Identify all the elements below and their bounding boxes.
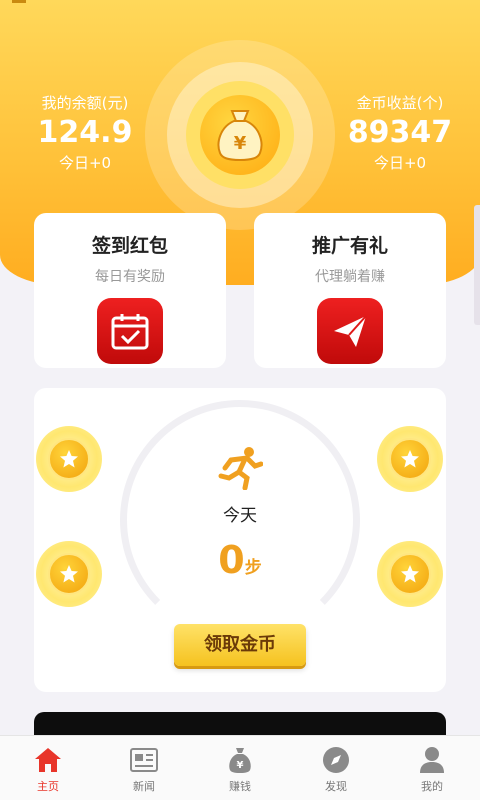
coin-value: 89347: [347, 115, 453, 150]
money-bag-icon: ¥: [192, 744, 288, 776]
tab-earn[interactable]: ¥ 赚钱: [192, 736, 288, 800]
star-coin-icon: [48, 553, 90, 595]
news-icon: [96, 744, 192, 776]
tab-home[interactable]: 主页: [0, 736, 96, 800]
checkin-card[interactable]: 签到红包 每日有奖励: [34, 213, 226, 368]
promotion-desc: 代理躺着赚: [315, 269, 385, 285]
bottom-tab-bar: 主页 新闻 ¥ 赚钱 发现 我的: [0, 735, 480, 800]
coin-bubble-bottom-right[interactable]: [377, 541, 443, 607]
edge-handle[interactable]: [474, 205, 480, 325]
status-indicator: [12, 0, 26, 3]
today-label: 今天: [223, 506, 257, 526]
coin-bubble-top-right[interactable]: [377, 426, 443, 492]
balance-label: 我的余额(元): [41, 94, 129, 112]
tab-discover-label: 发现: [325, 780, 347, 793]
tab-mine-label: 我的: [421, 780, 443, 793]
step-number: 0: [218, 538, 245, 582]
balance-value: 124.9: [37, 115, 133, 150]
svg-text:¥: ¥: [237, 760, 244, 771]
promotion-title: 推广有礼: [311, 235, 388, 257]
svg-text:¥: ¥: [234, 133, 247, 154]
tab-mine[interactable]: 我的: [384, 736, 480, 800]
tab-discover[interactable]: 发现: [288, 736, 384, 800]
checkin-title: 签到红包: [91, 235, 168, 257]
calendar-check-icon: [97, 298, 163, 364]
paper-plane-icon: [317, 298, 383, 364]
star-coin-icon: [48, 438, 90, 480]
balance-today: 今日+0: [58, 154, 112, 172]
star-coin-icon: [389, 553, 431, 595]
coin-today: 今日+0: [373, 154, 427, 172]
checkin-desc: 每日有奖励: [95, 269, 165, 285]
coin-stat[interactable]: 金币收益(个) 89347 今日+0: [340, 92, 460, 173]
tab-news-label: 新闻: [133, 780, 155, 793]
home-icon: [0, 744, 96, 776]
user-icon: [384, 744, 480, 776]
money-bag-icon[interactable]: ¥: [200, 95, 280, 175]
step-counter-card: 今天 0步 领取金币: [34, 388, 446, 692]
coin-bubble-top-left[interactable]: [36, 426, 102, 492]
tab-home-label: 主页: [37, 780, 59, 793]
claim-coins-button[interactable]: 领取金币: [174, 624, 306, 666]
tab-news[interactable]: 新闻: [96, 736, 192, 800]
star-coin-icon: [389, 438, 431, 480]
step-unit: 步: [244, 558, 262, 578]
coin-label: 金币收益(个): [356, 94, 444, 112]
promotion-card[interactable]: 推广有礼 代理躺着赚: [254, 213, 446, 368]
runner-icon: [217, 446, 264, 494]
coin-bubble-bottom-left[interactable]: [36, 541, 102, 607]
balance-stat[interactable]: 我的余额(元) 124.9 今日+0: [30, 92, 140, 173]
compass-icon: [288, 744, 384, 776]
tab-earn-label: 赚钱: [229, 780, 251, 793]
